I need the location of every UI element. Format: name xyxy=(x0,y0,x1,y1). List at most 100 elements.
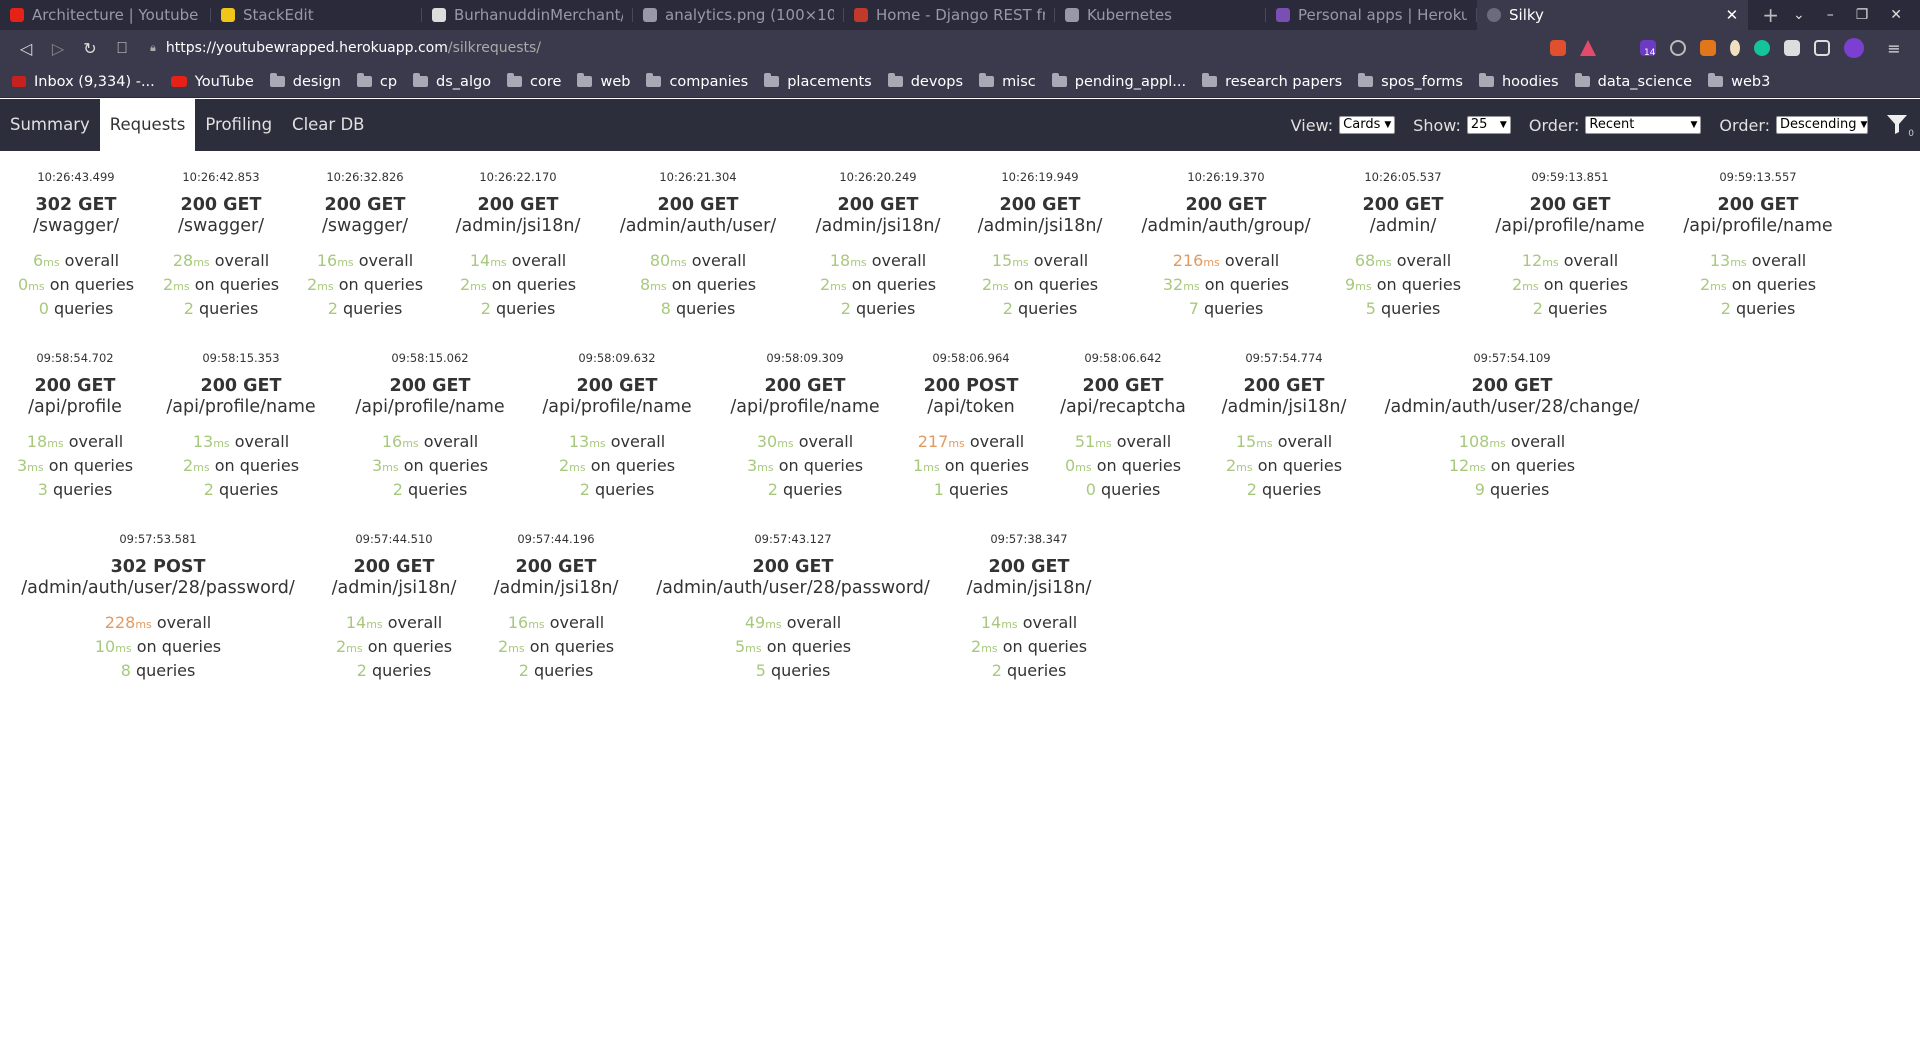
profile-avatar-icon[interactable] xyxy=(1844,38,1864,58)
bookmark-item[interactable]: core xyxy=(507,73,562,90)
show-select[interactable]: 25 ▼ xyxy=(1466,116,1511,134)
metamask-icon[interactable] xyxy=(1700,40,1716,56)
puzzle-icon[interactable] xyxy=(1784,40,1800,56)
ms-unit: ms xyxy=(745,642,762,655)
brave-shield-icon[interactable] xyxy=(1550,40,1566,56)
ms-unit: ms xyxy=(1095,437,1112,450)
bookmark-label: cp xyxy=(379,73,398,90)
bookmark-item[interactable]: web3 xyxy=(1708,73,1770,90)
close-window-icon[interactable]: ✕ xyxy=(1890,7,1902,23)
browser-tab[interactable]: Personal apps | Heroku xyxy=(1266,0,1477,30)
ms-unit: ms xyxy=(528,618,545,631)
ms-unit: ms xyxy=(1522,280,1539,293)
request-card[interactable]: 09:57:38.347 200 GET/admin/jsi18n/14ms ov… xyxy=(879,532,1179,682)
nav-clear-db[interactable]: Clear DB xyxy=(282,99,374,151)
bookmark-item[interactable]: devops xyxy=(887,73,964,90)
on-queries-label: on queries xyxy=(1257,456,1343,475)
ms-unit: ms xyxy=(1236,461,1253,474)
nav-profiling[interactable]: Profiling xyxy=(195,99,282,151)
nav-requests[interactable]: Requests xyxy=(99,99,196,151)
overall-time: 14ms overall xyxy=(879,612,1179,636)
ms-unit: ms xyxy=(1203,256,1220,269)
order-select[interactable]: Recent ▼ xyxy=(1585,116,1702,134)
bookmark-item[interactable]: companies xyxy=(646,73,748,90)
ms-unit: ms xyxy=(317,280,334,293)
browser-tab[interactable]: BurhanuddinMerchant/y xyxy=(422,0,633,30)
bookmark-item[interactable]: placements xyxy=(764,73,872,90)
query-ms-value: 2 xyxy=(335,637,347,656)
browser-tab[interactable]: Home - Django REST fram xyxy=(844,0,1055,30)
overall-label: overall xyxy=(1751,251,1807,270)
back-icon[interactable]: ◁ xyxy=(10,39,42,58)
ms-unit: ms xyxy=(923,461,940,474)
request-card[interactable]: 09:57:54.109 200 GET/admin/auth/user/28/c… xyxy=(1362,351,1662,501)
view-select[interactable]: Cards ▼ xyxy=(1339,116,1396,134)
ms-unit: ms xyxy=(115,642,132,655)
bookmark-item[interactable]: pending_appl... xyxy=(1051,73,1187,90)
card-row: 09:58:54.702 200 GET/api/profile 18ms over… xyxy=(0,351,1920,532)
bookmark-item[interactable]: data_science xyxy=(1574,73,1693,90)
filter-button[interactable]: 0 xyxy=(1886,113,1914,139)
bookmark-item[interactable]: ds_algo xyxy=(413,73,491,90)
ms-unit: ms xyxy=(402,437,419,450)
bookmark-item[interactable]: Inbox (9,334) -... xyxy=(12,74,155,90)
bookmark-label: data_science xyxy=(1597,73,1693,90)
query-ms-value: 2 xyxy=(819,275,831,294)
bookmark-icon[interactable]: ⎕ xyxy=(106,38,138,58)
bookmark-item[interactable]: web xyxy=(577,73,630,90)
query-count-value: 2 xyxy=(518,661,529,680)
pin-extension-icon[interactable] xyxy=(1730,40,1740,56)
bookmark-item[interactable]: spos_forms xyxy=(1358,73,1463,90)
bookmark-label: pending_appl... xyxy=(1074,73,1187,90)
close-icon[interactable]: ✕ xyxy=(1718,6,1739,24)
bookmark-item[interactable]: YouTube xyxy=(170,74,254,90)
overall-ms-value: 16 xyxy=(381,432,403,451)
bookmark-item[interactable]: research papers xyxy=(1202,73,1342,90)
minimize-icon[interactable]: – xyxy=(1827,7,1834,23)
new-tab-button[interactable]: + xyxy=(1748,3,1793,27)
queries-label: queries xyxy=(1489,480,1550,499)
ms-unit: ms xyxy=(850,256,867,269)
order-direction-value: Descending xyxy=(1780,117,1857,132)
browser-tab[interactable]: Kubernetes xyxy=(1055,0,1266,30)
browser-tab[interactable]: Architecture | Youtube W xyxy=(0,0,211,30)
queries-label: queries xyxy=(1547,299,1608,318)
bookmark-label: core xyxy=(530,73,562,90)
browser-tab[interactable]: StackEdit xyxy=(211,0,422,30)
grammarly-icon[interactable] xyxy=(1754,40,1770,56)
query-time: 2ms on queries xyxy=(879,636,1179,660)
bookmark-label: devops xyxy=(910,73,964,90)
overall-ms-value: 228 xyxy=(104,613,136,632)
bookmark-item[interactable]: misc xyxy=(979,73,1036,90)
request-stats: 108ms overall 12ms on queries 9 queries xyxy=(1362,431,1662,501)
wallet-icon[interactable] xyxy=(1814,40,1830,56)
query-ms-value: 9 xyxy=(1344,275,1356,294)
query-count-value: 2 xyxy=(356,661,367,680)
query-count-value: 2 xyxy=(327,299,338,318)
chevron-down-icon[interactable]: ⌄ xyxy=(1793,7,1805,23)
react-devtools-icon[interactable] xyxy=(1670,40,1686,56)
extension-icon[interactable]: 14 xyxy=(1640,40,1656,58)
menu-icon[interactable]: ≡ xyxy=(1878,39,1910,58)
forward-icon[interactable]: ▷ xyxy=(42,39,74,58)
request-time: 09:57:54.109 xyxy=(1473,351,1551,365)
nav-summary[interactable]: Summary xyxy=(0,99,100,151)
ms-unit: ms xyxy=(47,437,64,450)
bookmark-item[interactable]: hoodies xyxy=(1478,73,1559,90)
request-card[interactable]: 09:59:13.557 200 GET/api/profile/name 13ms… xyxy=(1608,170,1908,320)
ms-unit: ms xyxy=(1730,256,1747,269)
bookmark-item[interactable]: cp xyxy=(356,73,398,90)
folder-icon xyxy=(887,73,903,87)
maximize-icon[interactable]: ❐ xyxy=(1856,7,1869,23)
url-field[interactable]: 🔒︎ https://youtubewrapped.herokuapp.com /… xyxy=(150,35,1550,61)
browser-tab[interactable]: analytics.png (100×100) xyxy=(633,0,844,30)
brave-rewards-icon[interactable] xyxy=(1580,40,1596,56)
queries-label: queries xyxy=(1261,480,1322,499)
ms-unit: ms xyxy=(490,256,507,269)
reload-icon[interactable]: ↻ xyxy=(74,39,106,58)
order-direction-select[interactable]: Descending ▼ xyxy=(1776,116,1868,134)
order-control: Order: Recent ▼ xyxy=(1529,116,1702,135)
request-status: 200 GET xyxy=(1471,376,1553,396)
bookmark-item[interactable]: design xyxy=(269,73,341,90)
tab-silky[interactable]: Silky ✕ xyxy=(1477,0,1749,30)
